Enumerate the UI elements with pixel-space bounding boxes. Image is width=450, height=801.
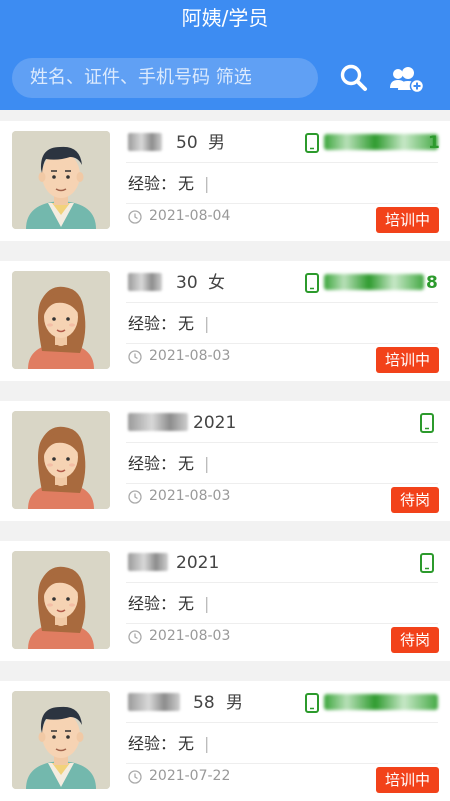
phone-icon[interactable] bbox=[305, 693, 319, 713]
list-item[interactable]: 50 男 1 经验：无 | 2021-08-04 培训中 bbox=[0, 121, 450, 241]
experience: 经验：无 | bbox=[128, 173, 209, 195]
divider bbox=[126, 582, 438, 583]
phone-number-redacted[interactable] bbox=[324, 694, 438, 710]
clock-icon bbox=[128, 630, 142, 644]
age: 2021 bbox=[176, 553, 220, 573]
phone-tail: 1 bbox=[428, 133, 440, 153]
phone-icon[interactable] bbox=[420, 553, 434, 573]
avatar bbox=[12, 691, 110, 789]
gender: 男 bbox=[208, 133, 225, 153]
avatar bbox=[12, 551, 110, 649]
divider bbox=[126, 442, 438, 443]
experience-label: 经验： bbox=[128, 174, 177, 193]
experience-value: 无 bbox=[178, 454, 195, 473]
date: 2021-08-03 bbox=[149, 628, 231, 644]
name-redacted bbox=[128, 413, 188, 431]
male-avatar-icon bbox=[12, 691, 110, 789]
separator: | bbox=[204, 314, 210, 333]
experience-label: 经验： bbox=[128, 314, 177, 333]
divider bbox=[126, 623, 438, 624]
experience-label: 经验： bbox=[128, 734, 177, 753]
experience: 经验：无 | bbox=[128, 453, 209, 475]
search-icon[interactable] bbox=[339, 63, 369, 93]
status-badge: 培训中 bbox=[375, 347, 439, 373]
status-badge: 培训中 bbox=[375, 767, 439, 793]
age: 30 bbox=[176, 273, 198, 293]
phone-icon[interactable] bbox=[305, 133, 319, 153]
phone-tail: 8 bbox=[426, 273, 438, 293]
divider bbox=[126, 203, 438, 204]
date: 2021-07-22 bbox=[149, 768, 231, 784]
experience-value: 无 bbox=[178, 734, 195, 753]
clock-icon bbox=[128, 350, 142, 364]
female-avatar-icon bbox=[12, 551, 110, 649]
experience-label: 经验： bbox=[128, 454, 177, 473]
female-avatar-icon bbox=[12, 411, 110, 509]
avatar bbox=[12, 131, 110, 229]
phone-number-redacted[interactable] bbox=[324, 134, 438, 150]
name-redacted bbox=[128, 133, 162, 151]
divider bbox=[126, 722, 438, 723]
phone-number-redacted[interactable] bbox=[324, 274, 424, 290]
name-redacted bbox=[128, 553, 168, 571]
experience: 经验：无 | bbox=[128, 733, 209, 755]
experience-label: 经验： bbox=[128, 594, 177, 613]
divider bbox=[126, 302, 438, 303]
list-item[interactable]: 58 男 经验：无 | 2021-07-22 培训中 bbox=[0, 681, 450, 801]
experience-value: 无 bbox=[178, 314, 195, 333]
list-item[interactable]: 30 女 8 经验：无 | 2021-08-03 培训中 bbox=[0, 261, 450, 381]
separator: | bbox=[204, 174, 210, 193]
top-header: 阿姨/学员 姓名、证件、手机号码 筛选 bbox=[0, 0, 450, 110]
separator: | bbox=[204, 734, 210, 753]
experience: 经验：无 | bbox=[128, 593, 209, 615]
status-badge: 待岗 bbox=[390, 627, 439, 653]
experience: 经验：无 | bbox=[128, 313, 209, 335]
list-item[interactable]: 2021 经验：无 | 2021-08-03 待岗 bbox=[0, 541, 450, 661]
separator: | bbox=[204, 454, 210, 473]
name-redacted bbox=[128, 273, 162, 291]
avatar bbox=[12, 271, 110, 369]
status-badge: 培训中 bbox=[375, 207, 439, 233]
add-user-icon[interactable] bbox=[388, 64, 424, 94]
date: 2021-08-03 bbox=[149, 488, 231, 504]
divider bbox=[126, 483, 438, 484]
female-avatar-icon bbox=[12, 271, 110, 369]
age: 2021 bbox=[193, 413, 237, 433]
date: 2021-08-04 bbox=[149, 208, 231, 224]
gender: 男 bbox=[226, 693, 243, 713]
avatar bbox=[12, 411, 110, 509]
age: 50 bbox=[176, 133, 198, 153]
name-redacted bbox=[128, 693, 180, 711]
gender: 女 bbox=[208, 273, 225, 293]
phone-icon[interactable] bbox=[420, 413, 434, 433]
experience-value: 无 bbox=[178, 174, 195, 193]
search-input[interactable]: 姓名、证件、手机号码 筛选 bbox=[12, 58, 318, 98]
divider bbox=[126, 343, 438, 344]
male-avatar-icon bbox=[12, 131, 110, 229]
clock-icon bbox=[128, 490, 142, 504]
clock-icon bbox=[128, 770, 142, 784]
age: 58 bbox=[193, 693, 215, 713]
divider bbox=[126, 763, 438, 764]
page-title: 阿姨/学员 bbox=[181, 6, 269, 30]
list-item[interactable]: 2021 经验：无 | 2021-08-03 待岗 bbox=[0, 401, 450, 521]
clock-icon bbox=[128, 210, 142, 224]
phone-icon[interactable] bbox=[305, 273, 319, 293]
experience-value: 无 bbox=[178, 594, 195, 613]
status-badge: 待岗 bbox=[390, 487, 439, 513]
date: 2021-08-03 bbox=[149, 348, 231, 364]
divider bbox=[126, 162, 438, 163]
separator: | bbox=[204, 594, 210, 613]
